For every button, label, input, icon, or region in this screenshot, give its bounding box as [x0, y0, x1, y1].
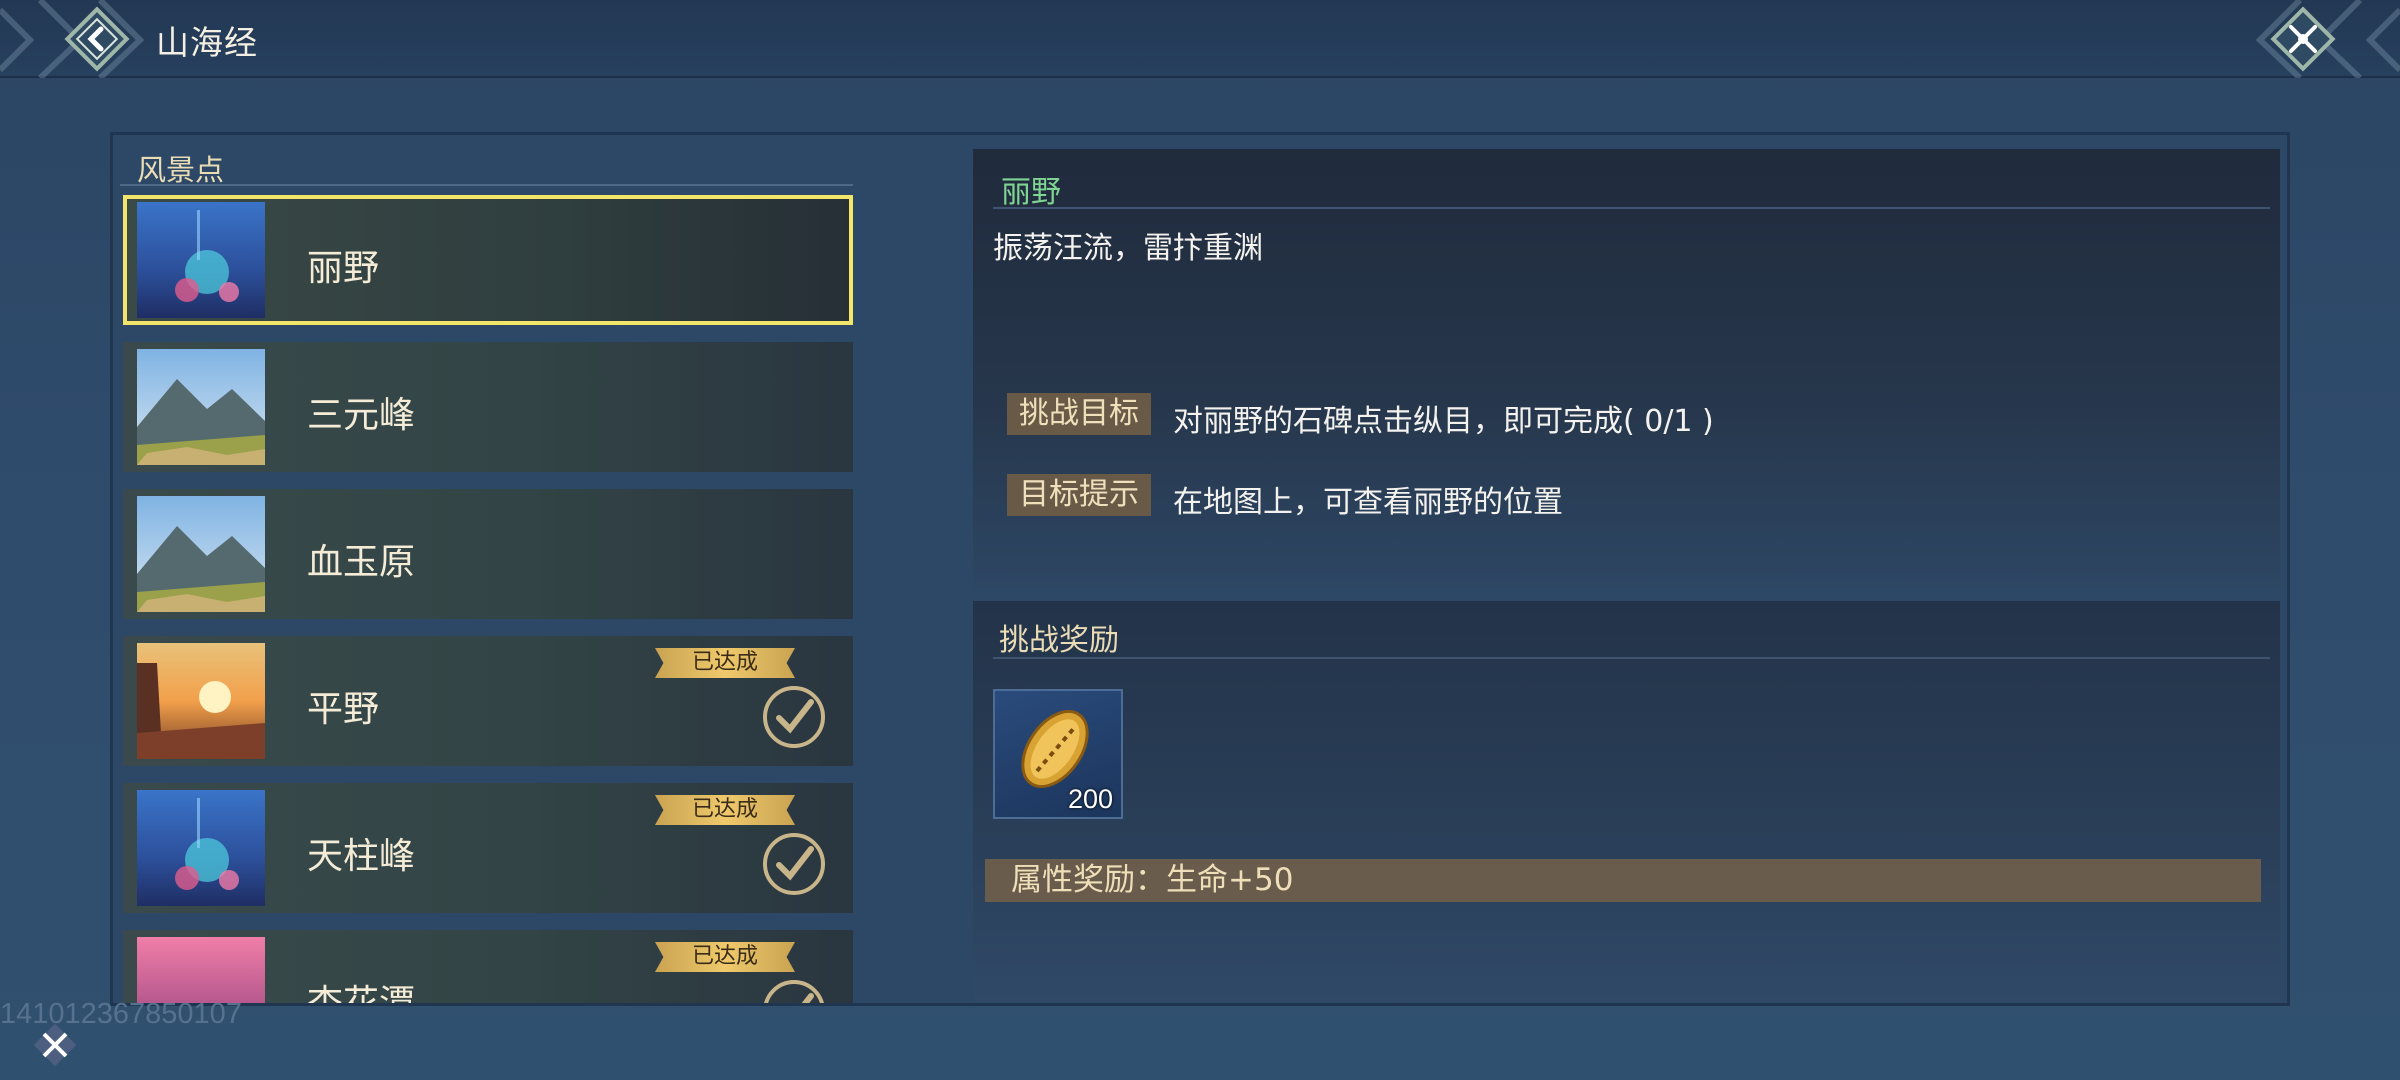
- completed-badge: 已达成: [655, 648, 795, 678]
- crossed-swords-icon[interactable]: [30, 1020, 80, 1070]
- scenic-item[interactable]: 平野 已达成: [123, 636, 853, 766]
- scenic-item[interactable]: 丽野: [123, 195, 853, 325]
- back-arrow-icon: [64, 6, 130, 72]
- scenic-item-name: 天柱峰: [307, 836, 416, 877]
- main-panel: 风景点 丽野三元峰血玉原平野已达成天柱峰已达成杏花潭已达成 丽野 振荡汪流，雷抃…: [110, 132, 2290, 1006]
- scenic-item[interactable]: 天柱峰 已达成: [123, 783, 853, 913]
- detail-description: 振荡汪流，雷抃重渊: [993, 231, 1263, 266]
- scenic-item[interactable]: 三元峰: [123, 342, 853, 472]
- scenic-thumbnail: [137, 202, 265, 318]
- reward-panel: 挑战奖励 200 属性奖励：生命+50: [973, 601, 2280, 1001]
- goal-text: 对丽野的石碑点击纵目，即可完成( 0/1 ): [1173, 404, 1714, 439]
- page-title: 山海经: [156, 23, 258, 62]
- hint-text: 在地图上，可查看丽野的位置: [1173, 485, 1563, 520]
- scenic-thumbnail: [137, 790, 265, 906]
- reward-count: 200: [1067, 784, 1113, 814]
- scenic-item-name: 三元峰: [307, 395, 416, 436]
- close-button[interactable]: [2266, 2, 2340, 76]
- completed-badge: 已达成: [655, 795, 795, 825]
- divider: [993, 207, 2270, 209]
- attribute-reward: 属性奖励：生命+50: [985, 859, 2261, 902]
- reward-title: 挑战奖励: [999, 623, 1119, 658]
- list-section-title: 风景点: [137, 153, 225, 187]
- check-circle-icon: [764, 980, 824, 1003]
- scenic-list-column: 风景点 丽野三元峰血玉原平野已达成天柱峰已达成杏花潭已达成: [113, 135, 859, 1003]
- scenic-thumbnail: [137, 937, 265, 1003]
- hint-tag: 目标提示: [1007, 474, 1151, 516]
- scenic-item-name: 丽野: [307, 248, 380, 289]
- check-circle-icon: [763, 833, 825, 895]
- scenic-item-name: 平野: [307, 689, 380, 730]
- scenic-thumbnail: [137, 496, 265, 612]
- detail-place-name: 丽野: [1001, 175, 1061, 210]
- reward-item-slot[interactable]: 200: [993, 689, 1123, 819]
- scenic-list[interactable]: 丽野三元峰血玉原平野已达成天柱峰已达成杏花潭已达成: [123, 195, 853, 1003]
- scenic-thumbnail: [137, 349, 265, 465]
- top-bar: 山海经: [0, 0, 2400, 78]
- completed-badge: 已达成: [655, 942, 795, 972]
- scenic-item-name: 杏花潭: [307, 974, 415, 1003]
- check-circle-icon: [763, 686, 825, 748]
- scenic-item[interactable]: 血玉原: [123, 489, 853, 619]
- divider: [993, 657, 2270, 659]
- back-button[interactable]: [62, 4, 132, 74]
- scenic-item-name: 血玉原: [307, 542, 416, 583]
- scenic-item[interactable]: 杏花潭 已达成: [123, 930, 853, 1003]
- divider: [120, 184, 853, 186]
- close-icon: [2270, 6, 2336, 72]
- goal-tag: 挑战目标: [1007, 393, 1151, 435]
- scenic-thumbnail: [137, 643, 265, 759]
- detail-panel: 丽野 振荡汪流，雷抃重渊 挑战目标 对丽野的石碑点击纵目，即可完成( 0/1 )…: [973, 149, 2280, 589]
